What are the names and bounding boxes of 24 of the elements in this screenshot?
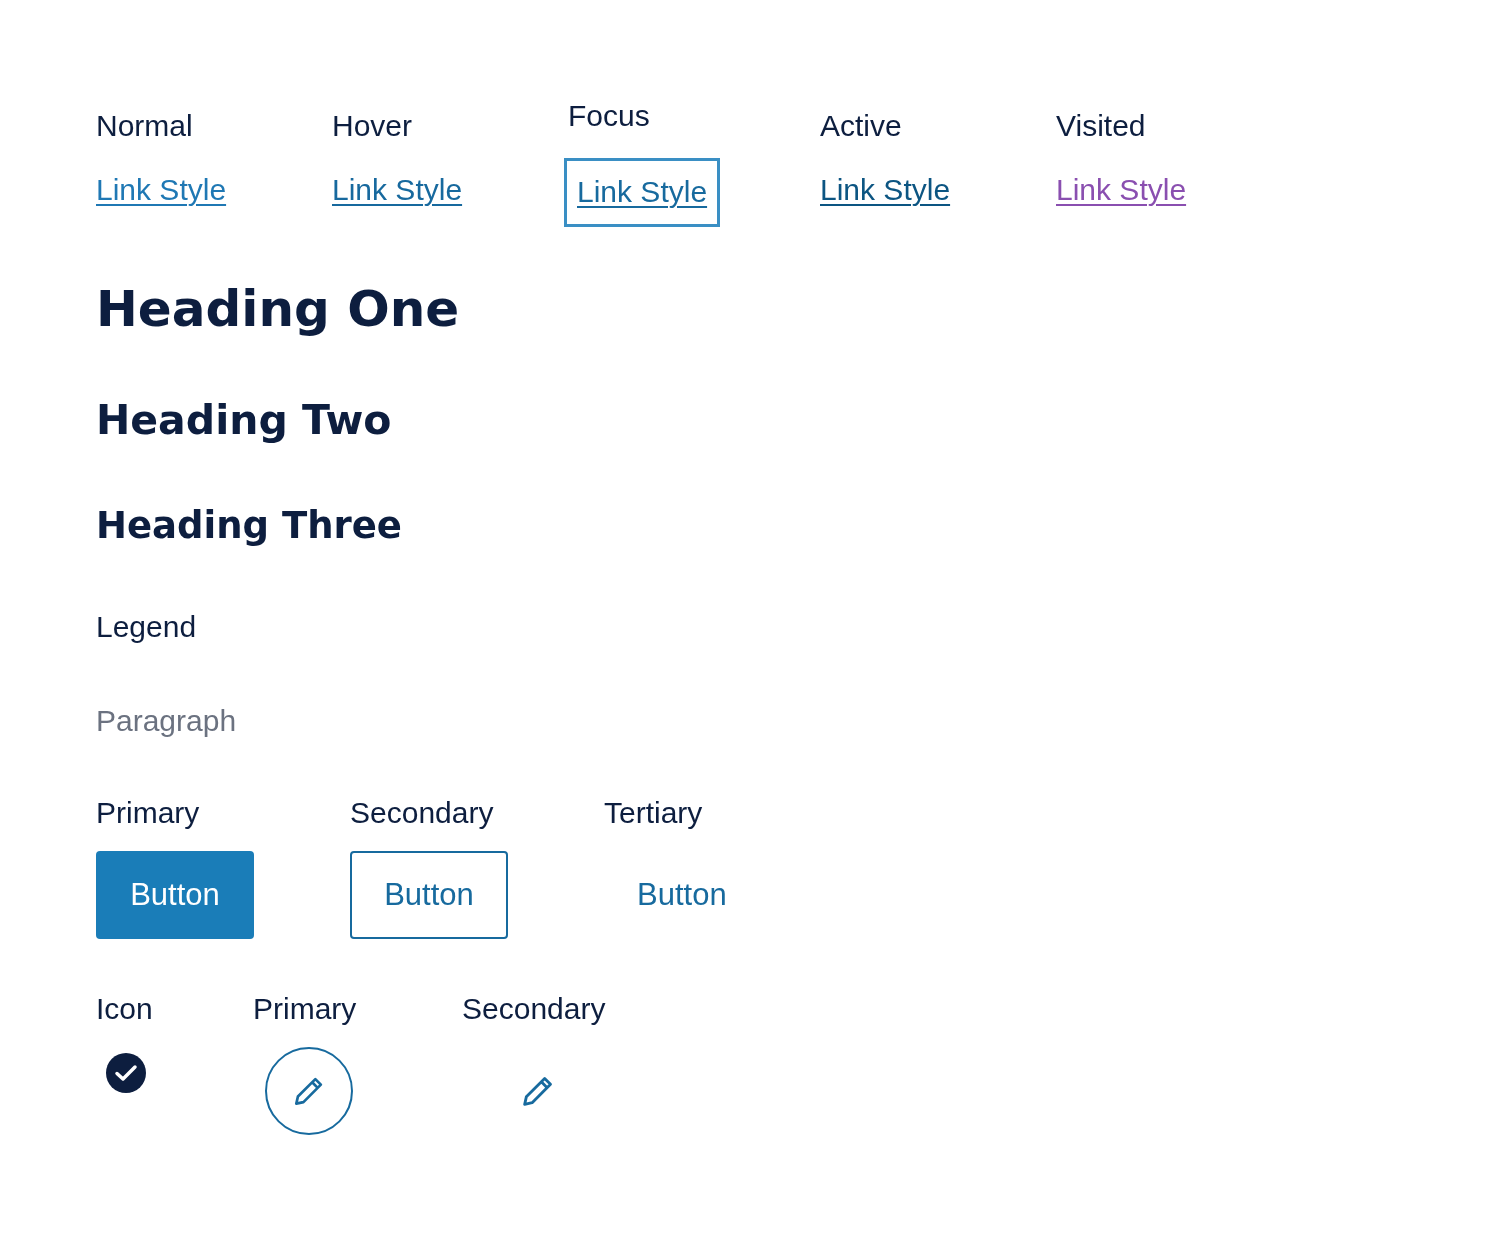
button[interactable]: Button xyxy=(604,851,727,939)
link[interactable]: Link Style xyxy=(1056,172,1187,208)
button-label: Secondary xyxy=(350,795,494,831)
state-label: Visited xyxy=(1056,108,1146,144)
state-label: Focus xyxy=(568,98,650,134)
icon-label: Icon xyxy=(96,991,153,1027)
button[interactable]: Button xyxy=(96,851,254,939)
button-label: Primary xyxy=(96,795,200,831)
link[interactable]: Link Style xyxy=(332,172,463,208)
state-label: Active xyxy=(820,108,902,144)
link[interactable]: Link Style xyxy=(564,158,721,227)
heading: Heading Three xyxy=(96,503,403,549)
link[interactable]: Link Style xyxy=(820,172,951,208)
paragraph: Paragraph xyxy=(96,703,238,739)
link[interactable]: Link Style xyxy=(96,172,227,208)
button-label: Tertiary xyxy=(604,795,703,831)
heading: Heading One xyxy=(96,279,461,339)
heading: Heading Two xyxy=(96,395,393,445)
legend-text: Legend xyxy=(96,609,198,645)
button[interactable]: Button xyxy=(350,851,508,939)
icon-label: Primary xyxy=(253,991,357,1027)
state-label: Normal xyxy=(96,108,193,144)
state-label: Hover xyxy=(332,108,413,144)
icon-label: Secondary xyxy=(462,991,606,1027)
